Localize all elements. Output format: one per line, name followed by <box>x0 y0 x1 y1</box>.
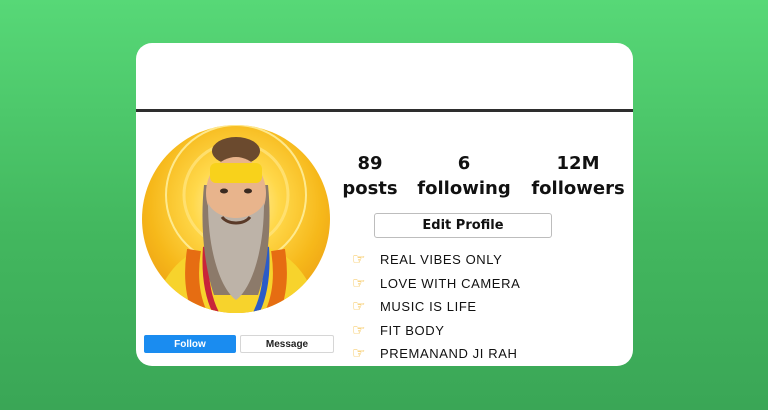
bio-line: ☞ FIT BODY <box>352 319 622 343</box>
header-divider <box>136 109 633 112</box>
bio-line: ☞ MUSIC IS LIFE <box>352 295 622 319</box>
stat-following[interactable]: 6 following <box>414 152 514 202</box>
stat-posts[interactable]: 89 posts <box>336 152 404 202</box>
bio-line: ☞ PREMANAND JI RAH <box>352 342 622 366</box>
bio-line: ☞ LOVE WITH CAMERA <box>352 272 622 296</box>
bio-text: REAL VIBES ONLY <box>380 252 503 268</box>
stat-following-label: following <box>417 178 511 199</box>
bio-text: FIT BODY <box>380 322 445 338</box>
profile-card: Follow Message 89 posts 6 following 12M … <box>136 43 633 366</box>
bio-text: LOVE WITH CAMERA <box>380 275 521 291</box>
pointing-hand-icon: ☞ <box>352 345 366 363</box>
bio-text: MUSIC IS LIFE <box>380 299 477 315</box>
stat-posts-count: 89 <box>357 153 383 174</box>
edit-profile-button[interactable]: Edit Profile <box>374 213 552 238</box>
stat-followers-label: followers <box>531 178 625 199</box>
bio-text: PREMANAND JI RAH <box>380 346 518 362</box>
bio: ☞ REAL VIBES ONLY ☞ LOVE WITH CAMERA ☞ M… <box>352 248 622 366</box>
card-header <box>136 43 633 110</box>
pointing-hand-icon: ☞ <box>352 298 366 316</box>
pointing-hand-icon: ☞ <box>352 321 366 339</box>
follow-button[interactable]: Follow <box>144 335 236 353</box>
message-button[interactable]: Message <box>240 335 334 353</box>
stat-following-count: 6 <box>457 153 471 174</box>
avatar[interactable] <box>142 125 330 313</box>
stat-followers-count: 12M <box>556 153 600 174</box>
stat-followers[interactable]: 12M followers <box>526 152 630 202</box>
pointing-hand-icon: ☞ <box>352 274 366 292</box>
stat-posts-label: posts <box>342 178 398 199</box>
pointing-hand-icon: ☞ <box>352 251 366 269</box>
bio-line: ☞ REAL VIBES ONLY <box>352 248 622 272</box>
